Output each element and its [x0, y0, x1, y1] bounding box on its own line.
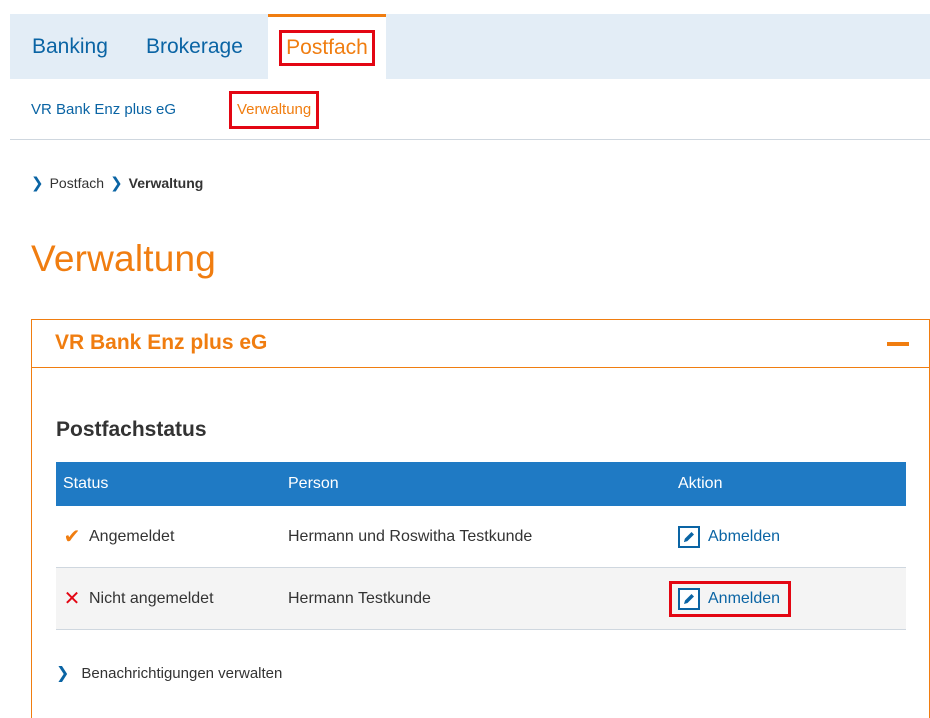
- nav-banking[interactable]: Banking: [32, 14, 108, 79]
- status-text: Nicht angemeldet: [89, 589, 214, 607]
- panel-title: VR Bank Enz plus eG: [55, 331, 268, 354]
- table-row: ✔ Angemeldet Hermann und Roswitha Testku…: [56, 506, 906, 568]
- pencil-icon: [678, 525, 700, 548]
- nav-postfach-label: Postfach: [279, 30, 375, 66]
- panel-header[interactable]: VR Bank Enz plus eG: [32, 320, 929, 368]
- table-header: Status Person Aktion: [56, 462, 906, 506]
- status-cell: ✕ Nicht angemeldet: [63, 568, 214, 629]
- nav-brokerage[interactable]: Brokerage: [146, 14, 243, 79]
- check-icon: ✔: [63, 526, 81, 548]
- action-cell: Abmelden: [678, 506, 780, 567]
- minus-icon[interactable]: [887, 342, 909, 346]
- breadcrumb-current: Verwaltung: [128, 175, 204, 191]
- status-text: Angemeldet: [89, 527, 175, 545]
- action-cell: Anmelden: [669, 568, 792, 629]
- column-header-action: Aktion: [678, 475, 723, 492]
- breadcrumb-postfach[interactable]: Postfach: [50, 175, 104, 191]
- sub-navigation: VR Bank Enz plus eG Verwaltung: [10, 79, 930, 140]
- manage-notifications-label: Benachrichtigungen verwalten: [81, 664, 283, 682]
- column-header-status: Status: [63, 475, 109, 492]
- subnav-verwaltung-label: Verwaltung: [229, 90, 320, 129]
- top-navigation: Banking Brokerage Postfach: [10, 14, 930, 79]
- table-row: ✕ Nicht angemeldet Hermann Testkunde Anm…: [56, 568, 906, 630]
- status-cell: ✔ Angemeldet: [63, 506, 175, 567]
- breadcrumb: ❯ Postfach ❯ Verwaltung: [31, 174, 203, 192]
- abmelden-label: Abmelden: [708, 527, 781, 545]
- chevron-right-icon: ❯: [110, 175, 123, 192]
- nav-brokerage-label: Brokerage: [146, 34, 243, 58]
- chevron-right-icon: ❯: [31, 175, 44, 192]
- chevron-right-icon: ❯: [56, 665, 70, 682]
- anmelden-button[interactable]: Anmelden: [669, 580, 792, 617]
- subnav-bank[interactable]: VR Bank Enz plus eG: [31, 79, 176, 140]
- bank-panel: VR Bank Enz plus eG Postfachstatus Statu…: [31, 319, 930, 718]
- nav-banking-label: Banking: [32, 34, 108, 58]
- person-cell: Hermann Testkunde: [288, 589, 431, 607]
- section-title: Postfachstatus: [56, 418, 207, 441]
- anmelden-label: Anmelden: [708, 589, 781, 607]
- abmelden-button[interactable]: Abmelden: [678, 525, 781, 548]
- subnav-bank-label: VR Bank Enz plus eG: [31, 101, 177, 118]
- column-header-person: Person: [288, 475, 339, 492]
- nav-postfach[interactable]: Postfach: [268, 14, 386, 79]
- postfach-status-table: Status Person Aktion ✔ Angemeldet Herman…: [56, 462, 906, 630]
- page-title: Verwaltung: [31, 238, 217, 279]
- manage-notifications-link[interactable]: ❯ Benachrichtigungen verwalten: [56, 663, 282, 683]
- subnav-verwaltung[interactable]: Verwaltung: [229, 79, 320, 140]
- person-cell: Hermann und Roswitha Testkunde: [288, 527, 533, 545]
- cross-icon: ✕: [63, 588, 81, 610]
- pencil-icon: [678, 587, 700, 610]
